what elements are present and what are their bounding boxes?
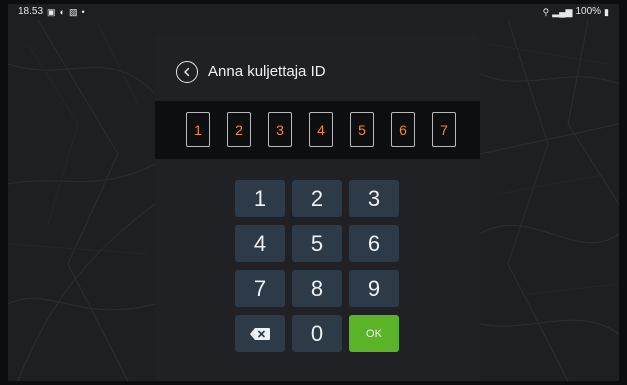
- status-right: ⚲ ▂▄▆ 100% ▮: [543, 4, 609, 20]
- status-left: 18.53 ▣ ◐ ▨ •: [18, 4, 85, 20]
- dot-icon: •: [81, 7, 85, 17]
- numeric-keypad: 1 2 3 4 5 6 7 8 9 0 OK: [155, 159, 480, 381]
- location-icon: ⚲: [542, 7, 550, 17]
- backspace-icon: [250, 327, 270, 340]
- key-9[interactable]: 9: [349, 270, 399, 307]
- key-0[interactable]: 0: [292, 315, 342, 352]
- ok-button[interactable]: OK: [349, 315, 399, 352]
- id-digit-box: 5: [350, 112, 374, 147]
- id-digit-box: 2: [227, 112, 251, 147]
- driver-id-dialog: Anna kuljettaja ID 1 2 3 4 5 6 7 1 2 3 4…: [155, 33, 480, 381]
- id-digit-box: 6: [391, 112, 415, 147]
- battery-level: 100%: [575, 6, 602, 17]
- backspace-button[interactable]: [235, 315, 285, 352]
- id-digit-box: 4: [309, 112, 333, 147]
- id-digit-box: 1: [186, 112, 210, 147]
- key-8[interactable]: 8: [292, 270, 342, 307]
- id-digit-box: 3: [268, 112, 292, 147]
- gallery-icon: ▣: [47, 7, 56, 17]
- chevron-left-icon: [184, 67, 190, 77]
- key-6[interactable]: 6: [349, 225, 399, 262]
- dialog-header: Anna kuljettaja ID: [155, 33, 480, 101]
- battery-icon: ▮: [604, 7, 609, 17]
- clock: 18.53: [18, 6, 44, 17]
- image-icon: ▨: [68, 7, 78, 17]
- key-5[interactable]: 5: [292, 225, 342, 262]
- dialog-title: Anna kuljettaja ID: [208, 63, 326, 80]
- back-button[interactable]: [176, 61, 198, 83]
- signal-icon: ▂▄▆: [552, 7, 573, 17]
- device-screen: 18.53 ▣ ◐ ▨ • ⚲ ▂▄▆ 100% ▮ Anna kuljetta…: [8, 4, 619, 381]
- key-2[interactable]: 2: [292, 180, 342, 217]
- status-bar: 18.53 ▣ ◐ ▨ • ⚲ ▂▄▆ 100% ▮: [8, 4, 619, 20]
- id-digit-display: 1 2 3 4 5 6 7: [155, 101, 480, 159]
- id-digit-box: 7: [432, 112, 456, 147]
- sync-icon: ◐: [59, 7, 65, 17]
- key-3[interactable]: 3: [349, 180, 399, 217]
- key-7[interactable]: 7: [235, 270, 285, 307]
- key-4[interactable]: 4: [235, 225, 285, 262]
- key-1[interactable]: 1: [235, 180, 285, 217]
